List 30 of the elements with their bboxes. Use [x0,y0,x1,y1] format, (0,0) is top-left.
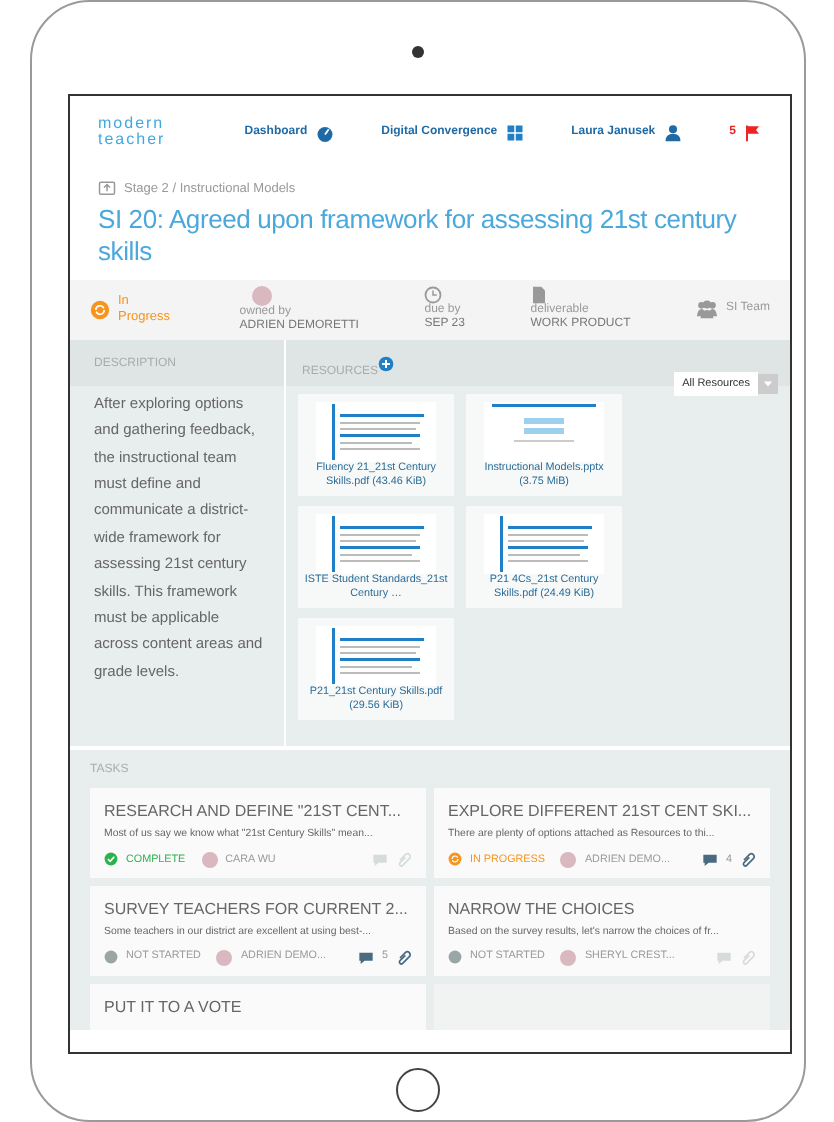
stage-icon [98,180,116,199]
comment-icon[interactable] [358,949,374,965]
clock-icon [424,286,443,305]
gauge-icon [315,124,334,142]
document-thumbnail [316,401,437,462]
flag-icon [744,124,762,142]
paperclip-icon[interactable] [396,949,412,965]
document-thumbnail [316,625,437,686]
team-icon [696,298,719,321]
user-icon [663,124,682,142]
comment-icon[interactable] [702,851,718,868]
grid-icon [505,124,524,142]
page-title: SI 20: Agreed upon framework for assessing 21st century skills [96,201,739,270]
document-thumbnail [316,513,437,574]
avatar [201,851,218,868]
document-icon [530,286,549,305]
sync-icon [90,299,110,320]
avatar [560,851,577,868]
logo-text: teacher [98,132,166,148]
home-button[interactable] [396,1068,440,1112]
task-card[interactable]: PUT IT TO A VOTE [90,983,426,1030]
paperclip-icon[interactable] [740,851,756,868]
avatar [216,949,233,965]
avatar [560,949,577,965]
plus-icon[interactable] [378,355,395,372]
avatar [251,285,272,306]
logo-text: modern [98,116,166,132]
slide-thumbnail [484,401,605,462]
camera-dot [412,46,424,58]
document-thumbnail [484,513,605,574]
